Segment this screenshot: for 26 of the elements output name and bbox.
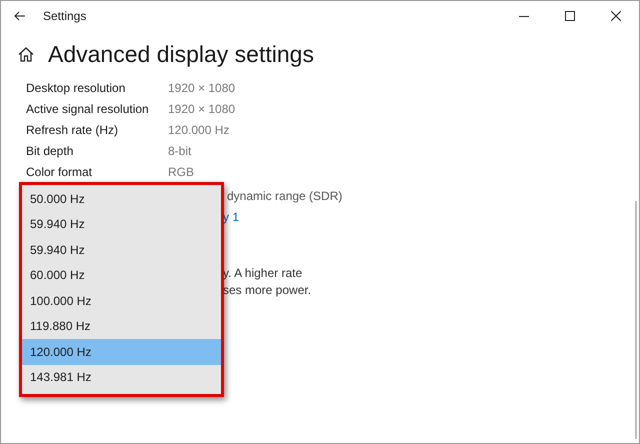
page-title: Advanced display settings [48,40,314,69]
info-value: 8-bit [168,142,192,160]
dropdown-option[interactable]: 50.000 Hz [22,186,221,212]
info-value: 1920 × 1080 [168,80,236,96]
info-label: Refresh rate (Hz) [26,122,120,138]
dropdown-option[interactable]: 60.000 Hz [22,262,221,288]
info-label: Active signal resolution [26,100,150,118]
dropdown-option[interactable]: 100.000 Hz [22,288,221,314]
dropdown-option[interactable]: 119.880 Hz [22,314,221,339]
info-value: RGB [168,164,194,180]
close-icon [611,11,621,21]
info-label: Color format [26,164,94,180]
window-title: Settings [43,8,86,25]
back-arrow-icon [14,11,26,21]
maximize-icon [565,11,575,21]
info-value: 120.000 Hz [168,122,230,138]
home-icon[interactable] [18,46,34,62]
scrollbar[interactable] [635,201,637,439]
info-value: 1920 × 1080 [168,100,236,118]
info-label: Desktop resolution [26,80,126,96]
dropdown-option[interactable]: 143.981 Hz [22,364,221,390]
dropdown-option[interactable]: 120.000 Hz [22,339,221,364]
dropdown-option[interactable]: 59.940 Hz [22,212,221,237]
info-value: dynamic range (SDR) [226,188,344,205]
dropdown-option[interactable]: 59.940 Hz [22,237,221,262]
info-label: Bit depth [26,142,74,160]
